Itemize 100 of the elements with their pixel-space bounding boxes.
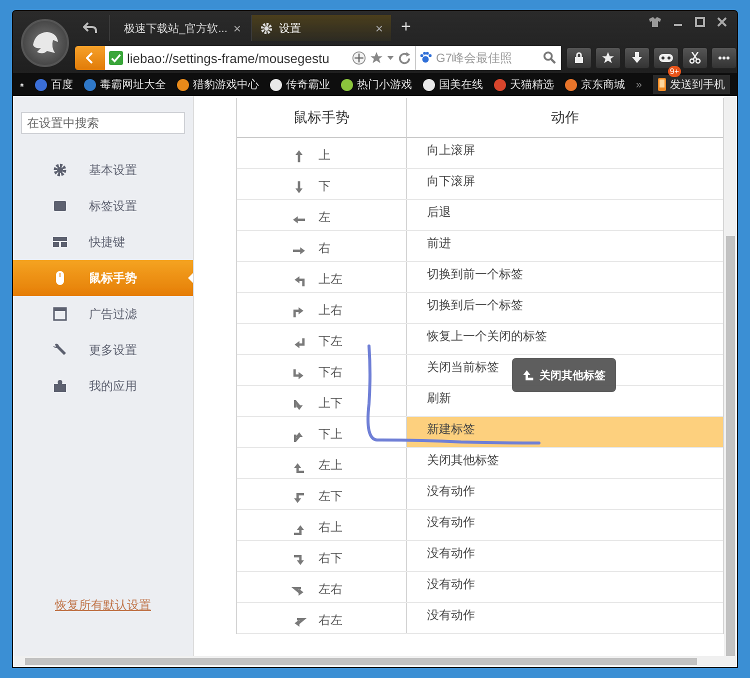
window-icon — [53, 307, 67, 321]
gesture-arrow-icon — [522, 369, 535, 381]
gesture-arrow-icon — [290, 215, 306, 225]
tab-title: 极速下载站_官方软... — [124, 22, 228, 36]
shirt-icon[interactable] — [649, 17, 661, 27]
tooltip-text: 关闭其他标签 — [540, 368, 606, 382]
search-icon[interactable] — [543, 51, 556, 64]
gesture-name: 下左 — [318, 334, 344, 349]
back-arrow-icon[interactable] — [83, 22, 97, 34]
star-icon[interactable] — [370, 52, 383, 64]
close-button[interactable] — [717, 17, 727, 27]
close-tab-button[interactable]: × — [375, 20, 383, 36]
action-text[interactable]: 向下滚屏 — [427, 174, 475, 188]
gesture-name: 左下 — [318, 489, 344, 504]
keys-icon — [53, 235, 67, 249]
cheetah-logo-icon — [21, 19, 69, 67]
action-text[interactable]: 前进 — [427, 236, 451, 250]
close-tab-button[interactable]: × — [233, 20, 241, 36]
action-text[interactable]: 没有动作 — [427, 546, 475, 560]
gamepad-icon — [659, 53, 673, 63]
gesture-arrow-icon — [290, 246, 306, 256]
lock-icon — [573, 52, 585, 64]
search-field[interactable]: G7峰会最佳照 — [415, 46, 561, 70]
mouse-icon — [53, 271, 67, 285]
gesture-name: 右下 — [318, 551, 344, 566]
download-icon — [631, 52, 643, 64]
action-text[interactable]: 向上滚屏 — [427, 143, 475, 157]
action-text[interactable]: 关闭当前标签 — [427, 360, 499, 374]
gesture-name: 下右 — [318, 365, 344, 380]
gesture-name: 右左 — [318, 613, 344, 628]
action-text[interactable]: 切换到前一个标签 — [427, 267, 523, 281]
gesture-name: 下上 — [318, 427, 344, 442]
gesture-name: 下 — [318, 179, 332, 194]
gesture-name: 上右 — [318, 303, 344, 318]
action-text[interactable]: 没有动作 — [427, 515, 475, 529]
bookmark-link[interactable]: 国美在线 — [438, 77, 483, 92]
bookmark-link[interactable]: 毒霸网址大全 — [100, 77, 166, 92]
back-button[interactable] — [75, 46, 105, 70]
browser-tab[interactable]: 设置 × — [251, 15, 391, 41]
bookmark-link[interactable]: 传奇霸业 — [286, 77, 330, 92]
gesture-name: 右 — [318, 241, 332, 256]
scissors-button[interactable] — [682, 47, 708, 69]
tab-icon — [53, 199, 67, 213]
paw-icon — [419, 51, 432, 64]
scissors-icon — [689, 52, 701, 64]
url-text: liebao://settings-frame/mousegestu — [127, 50, 330, 66]
action-text[interactable]: 关闭其他标签 — [427, 453, 499, 467]
gamepad-button[interactable] — [653, 47, 679, 69]
sidebar-item[interactable]: 快捷键 — [13, 224, 193, 260]
action-text[interactable]: 后退 — [427, 205, 451, 219]
maximize-button[interactable] — [695, 17, 705, 27]
gesture-name: 上左 — [318, 272, 344, 287]
more-button[interactable] — [711, 47, 737, 69]
gesture-name: 上 — [318, 148, 332, 163]
puzzle-icon — [53, 379, 67, 393]
action-text[interactable]: 切换到后一个标签 — [427, 298, 523, 312]
phone-icon — [658, 78, 666, 91]
address-bar[interactable]: liebao://settings-frame/mousegestu — [105, 46, 415, 70]
download-button[interactable] — [624, 47, 650, 69]
caret-icon[interactable] — [387, 56, 394, 60]
sidebar-item[interactable]: 基本设置 — [13, 152, 193, 188]
column-header: 动作 — [550, 108, 580, 126]
action-text[interactable]: 没有动作 — [427, 577, 475, 591]
sidebar-item[interactable]: 标签设置 — [13, 188, 193, 224]
sidebar-item[interactable]: 广告过滤 — [13, 296, 193, 332]
tab-title: 设置 — [279, 22, 302, 36]
more-bookmarks-button[interactable]: » — [636, 78, 642, 90]
vertical-scrollbar[interactable] — [724, 96, 737, 656]
action-text[interactable]: 没有动作 — [427, 608, 475, 622]
wrench-icon — [53, 343, 67, 357]
action-text[interactable]: 恢复上一个关闭的标签 — [427, 329, 547, 343]
star-icon — [602, 52, 614, 64]
gear-icon — [260, 22, 273, 34]
horizontal-scrollbar[interactable] — [13, 656, 737, 667]
sidebar-item[interactable]: 更多设置 — [13, 332, 193, 368]
gesture-arrow-icon — [290, 306, 306, 318]
gesture-name: 上下 — [318, 396, 344, 411]
column-header: 鼠标手势 — [237, 98, 407, 137]
bookmark-link[interactable]: 猎豹游戏中心 — [192, 77, 259, 92]
gesture-name: 右上 — [318, 520, 344, 535]
reload-icon[interactable] — [398, 52, 411, 64]
browser-tab[interactable]: 极速下载站_官方软... × — [109, 15, 249, 41]
gesture-name: 左右 — [318, 582, 344, 597]
action-text[interactable]: 刷新 — [427, 391, 451, 405]
settings-search-field[interactable]: 在设置中搜索 — [21, 112, 185, 134]
bookmark-link[interactable]: 百度 — [50, 77, 73, 92]
lock-button[interactable] — [566, 47, 592, 69]
bookmark-link[interactable]: 天猫精选 — [510, 77, 554, 92]
new-tab-button[interactable]: + — [393, 17, 419, 41]
bookmark-link[interactable]: 热门小游戏 — [356, 77, 412, 92]
sidebar-item[interactable]: 我的应用 — [13, 368, 193, 404]
action-text[interactable]: 新建标签 — [427, 422, 475, 436]
action-text[interactable]: 没有动作 — [427, 484, 475, 498]
gesture-name: 左上 — [318, 458, 344, 473]
more-icon — [718, 56, 730, 60]
compat-mode-icon[interactable] — [352, 51, 366, 65]
chevron-left-icon — [86, 52, 94, 64]
favorites-button[interactable] — [595, 47, 621, 69]
bookmark-link[interactable]: 京东商城 — [580, 77, 625, 92]
gesture-arrow-icon — [290, 587, 306, 597]
